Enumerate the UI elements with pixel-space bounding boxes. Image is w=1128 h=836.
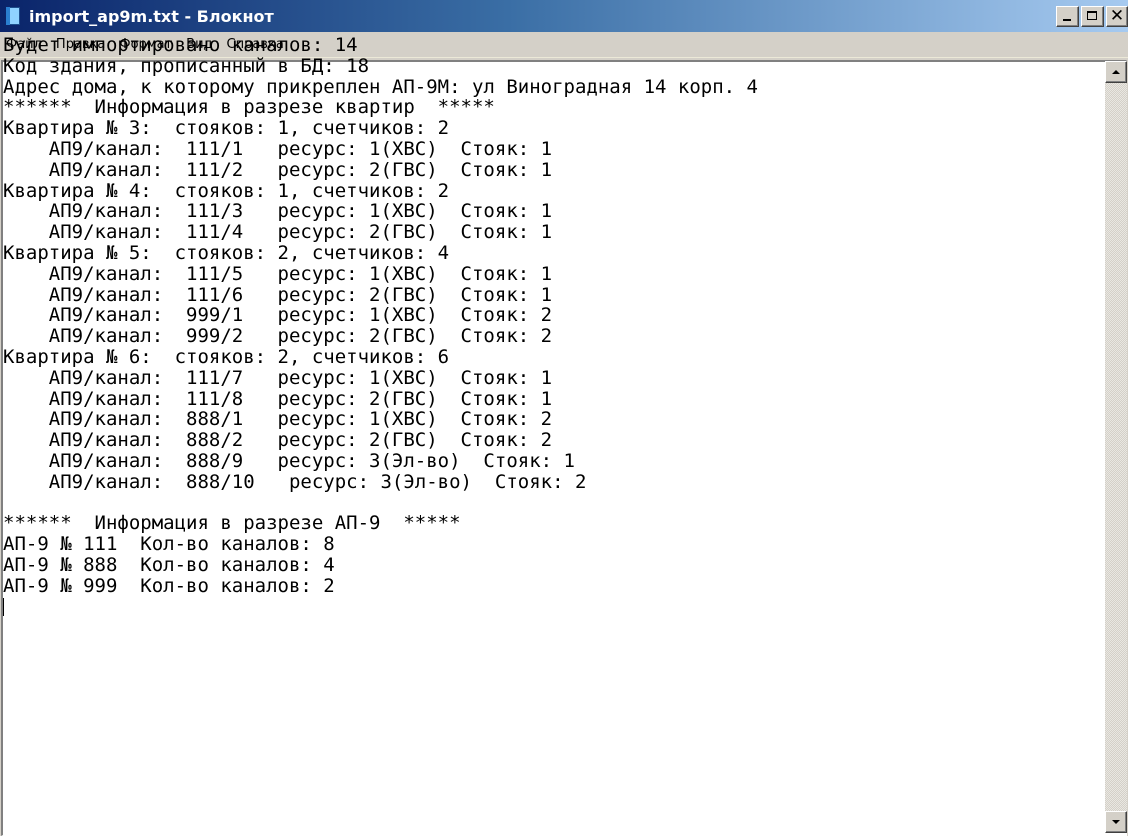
text-caret bbox=[3, 597, 4, 616]
text-line: Квартира № 3: стояков: 1, счетчиков: 2 bbox=[3, 117, 450, 140]
text-line: АП9/канал: 999/2 ресурс: 2(ГВС) Стояк: 2 bbox=[3, 325, 553, 348]
text-line: АП9/канал: 111/7 ресурс: 1(ХВС) Стояк: 1 bbox=[3, 366, 553, 389]
window-title: import_ap9m.txt - Блокнот bbox=[29, 6, 274, 26]
minimize-button[interactable] bbox=[1056, 6, 1079, 27]
text-line: АП-9 № 888 Кол-во каналов: 4 bbox=[3, 553, 335, 576]
text-line: АП-9 № 111 Кол-во каналов: 8 bbox=[3, 533, 335, 556]
text-line: АП9/канал: 111/1 ресурс: 1(ХВС) Стояк: 1 bbox=[3, 137, 553, 160]
scroll-down-arrow-icon bbox=[1112, 820, 1120, 824]
text-line: АП-9 № 999 Кол-во каналов: 2 bbox=[3, 574, 335, 597]
close-icon: ✕ bbox=[1109, 6, 1125, 26]
text-line bbox=[3, 597, 1091, 618]
text-line: Адрес дома, к которому прикреплен АП-9М:… bbox=[3, 75, 758, 98]
text-line: Будет импортировано каналов: 14 bbox=[3, 35, 358, 56]
maximize-icon bbox=[1087, 11, 1097, 20]
text-line bbox=[3, 493, 1091, 514]
text-line: Код здания, прописанный в БД: 18 bbox=[3, 54, 370, 77]
text-line: АП9/канал: 111/2 ресурс: 2(ГВС) Стояк: 1 bbox=[3, 158, 553, 181]
scroll-up-button[interactable] bbox=[1105, 61, 1127, 83]
notepad-window: import_ap9m.txt - Блокнот ✕ Файл Правка … bbox=[0, 0, 1128, 836]
text-line: АП9/канал: 111/8 ресурс: 2(ГВС) Стояк: 1 bbox=[3, 387, 553, 410]
minimize-icon bbox=[1063, 19, 1071, 21]
maximize-button[interactable] bbox=[1081, 6, 1104, 27]
text-line: Квартира № 4: стояков: 1, счетчиков: 2 bbox=[3, 179, 450, 202]
text-line: АП9/канал: 888/10 ресурс: 3(Эл-во) Стояк… bbox=[3, 470, 587, 493]
text-line: АП9/канал: 999/1 ресурс: 1(ХВС) Стояк: 2 bbox=[3, 304, 553, 327]
text-line: АП9/канал: 111/5 ресурс: 1(ХВС) Стояк: 1 bbox=[3, 262, 553, 285]
text-line: АП9/канал: 111/4 ресурс: 2(ГВС) Стояк: 1 bbox=[3, 221, 553, 244]
text-line: ****** Информация в разрезе АП-9 ***** bbox=[3, 512, 461, 535]
vertical-scrollbar[interactable] bbox=[1105, 61, 1127, 833]
text-line: АП9/канал: 888/9 ресурс: 3(Эл-во) Стояк:… bbox=[3, 449, 575, 472]
document-text[interactable]: Будет импортировано каналов: 14 Код здани… bbox=[3, 35, 1091, 810]
window-controls: ✕ bbox=[1054, 6, 1128, 27]
text-line: Квартира № 6: стояков: 2, счетчиков: 6 bbox=[3, 345, 450, 368]
scroll-up-arrow-icon bbox=[1112, 70, 1120, 74]
text-line: АП9/канал: 888/1 ресурс: 1(ХВС) Стояк: 2 bbox=[3, 408, 553, 431]
text-line: АП9/канал: 888/2 ресурс: 2(ГВС) Стояк: 2 bbox=[3, 429, 553, 452]
title-bar[interactable]: import_ap9m.txt - Блокнот ✕ bbox=[0, 0, 1128, 32]
close-button[interactable]: ✕ bbox=[1106, 6, 1128, 27]
notepad-app-icon[interactable] bbox=[4, 6, 22, 26]
scroll-down-button[interactable] bbox=[1105, 811, 1127, 833]
text-line: АП9/канал: 111/3 ресурс: 1(ХВС) Стояк: 1 bbox=[3, 200, 553, 223]
text-line: Квартира № 5: стояков: 2, счетчиков: 4 bbox=[3, 241, 450, 264]
text-line: ****** Информация в разрезе квартир ****… bbox=[3, 96, 495, 119]
text-line: АП9/канал: 111/6 ресурс: 2(ГВС) Стояк: 1 bbox=[3, 283, 553, 306]
